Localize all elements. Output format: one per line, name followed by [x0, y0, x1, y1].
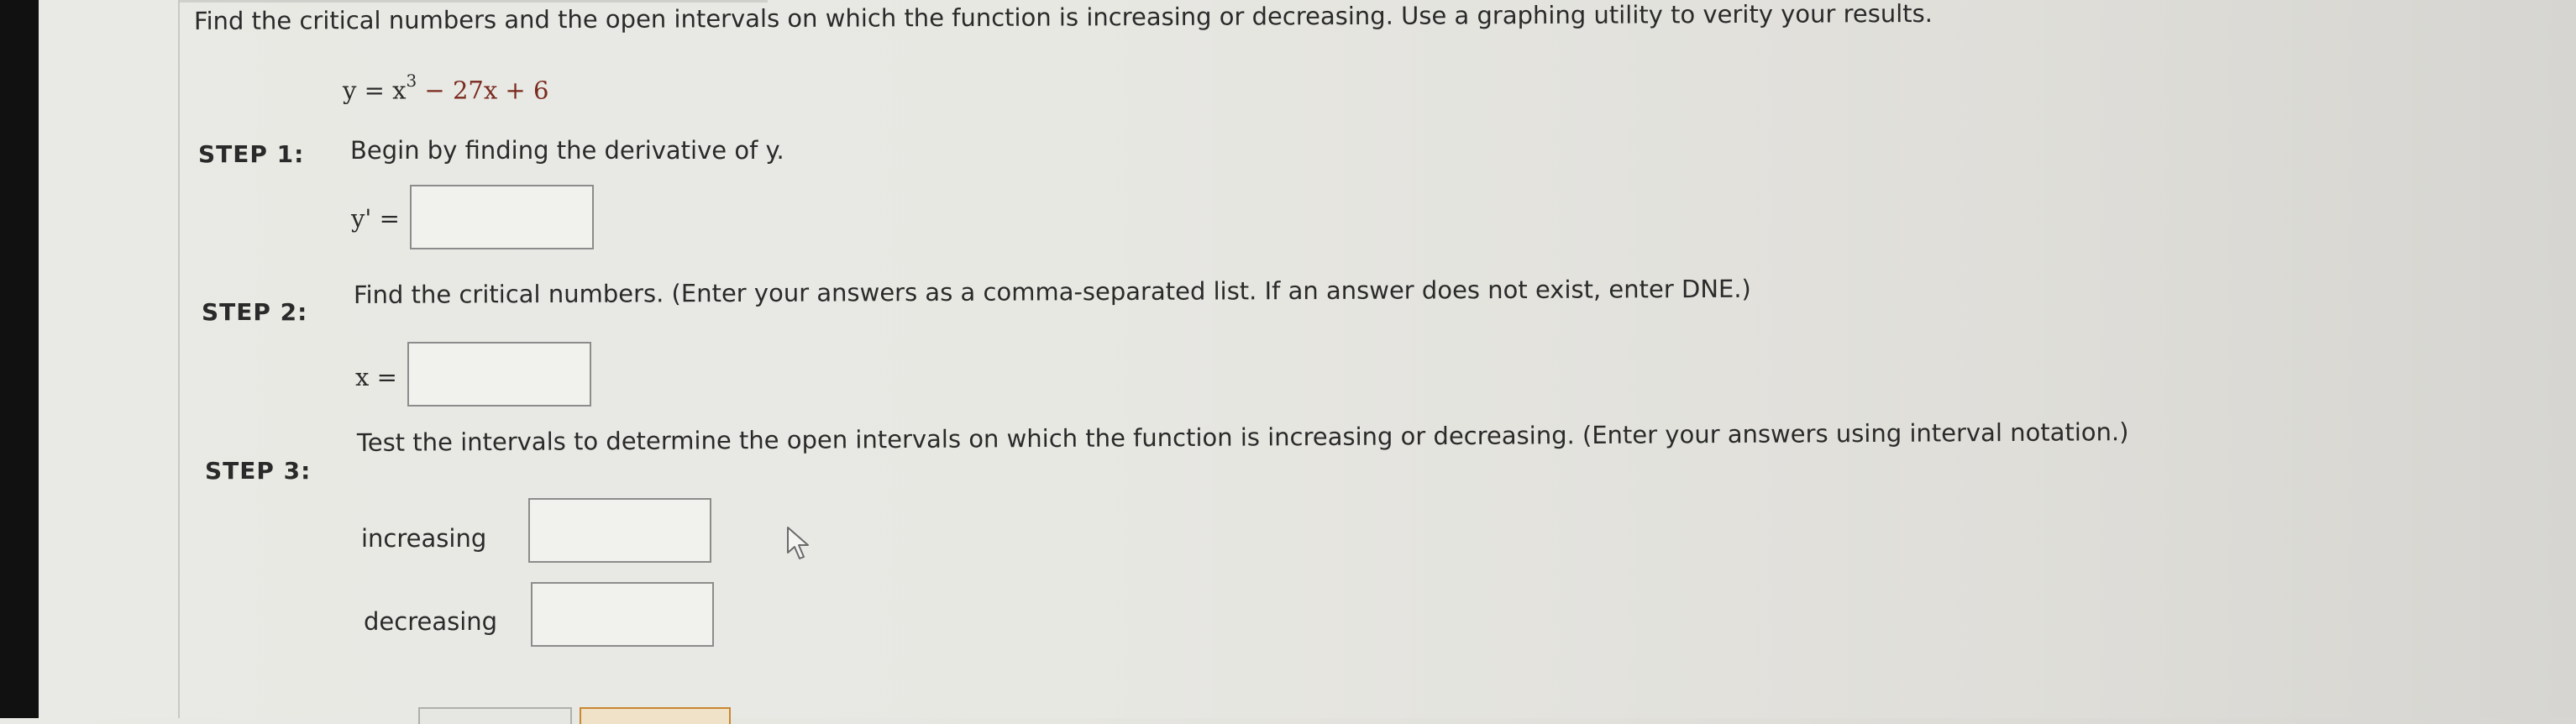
- secondary-button[interactable]: [418, 707, 572, 724]
- step2-text: Find the critical numbers. (Enter your a…: [353, 274, 1751, 309]
- step3-label: STEP 3:: [205, 457, 312, 485]
- panel-left-border: [178, 0, 180, 718]
- function-exponent: 3: [406, 71, 417, 91]
- function-expression: y = x3 − 27x + 6: [343, 71, 549, 105]
- critical-numbers-input[interactable]: [407, 342, 591, 407]
- step1-input-label: y' =: [351, 204, 400, 233]
- function-rhs: − 27x + 6: [417, 76, 549, 105]
- derivative-input[interactable]: [410, 185, 594, 249]
- step1-label: STEP 1:: [198, 140, 305, 168]
- arrow-cursor-icon: [787, 527, 809, 559]
- step2-label: STEP 2:: [202, 298, 308, 326]
- increasing-label: increasing: [361, 524, 487, 553]
- step1-text: Begin by finding the derivative of y.: [350, 136, 784, 165]
- decreasing-input[interactable]: [531, 582, 714, 647]
- submit-button[interactable]: [580, 707, 731, 724]
- increasing-input[interactable]: [528, 498, 711, 563]
- left-dark-edge: [0, 0, 39, 718]
- step2-input-label: x =: [355, 363, 397, 391]
- panel-top-edge: [180, 0, 768, 3]
- function-lhs: y = x: [343, 76, 407, 105]
- decreasing-label: decreasing: [364, 607, 498, 636]
